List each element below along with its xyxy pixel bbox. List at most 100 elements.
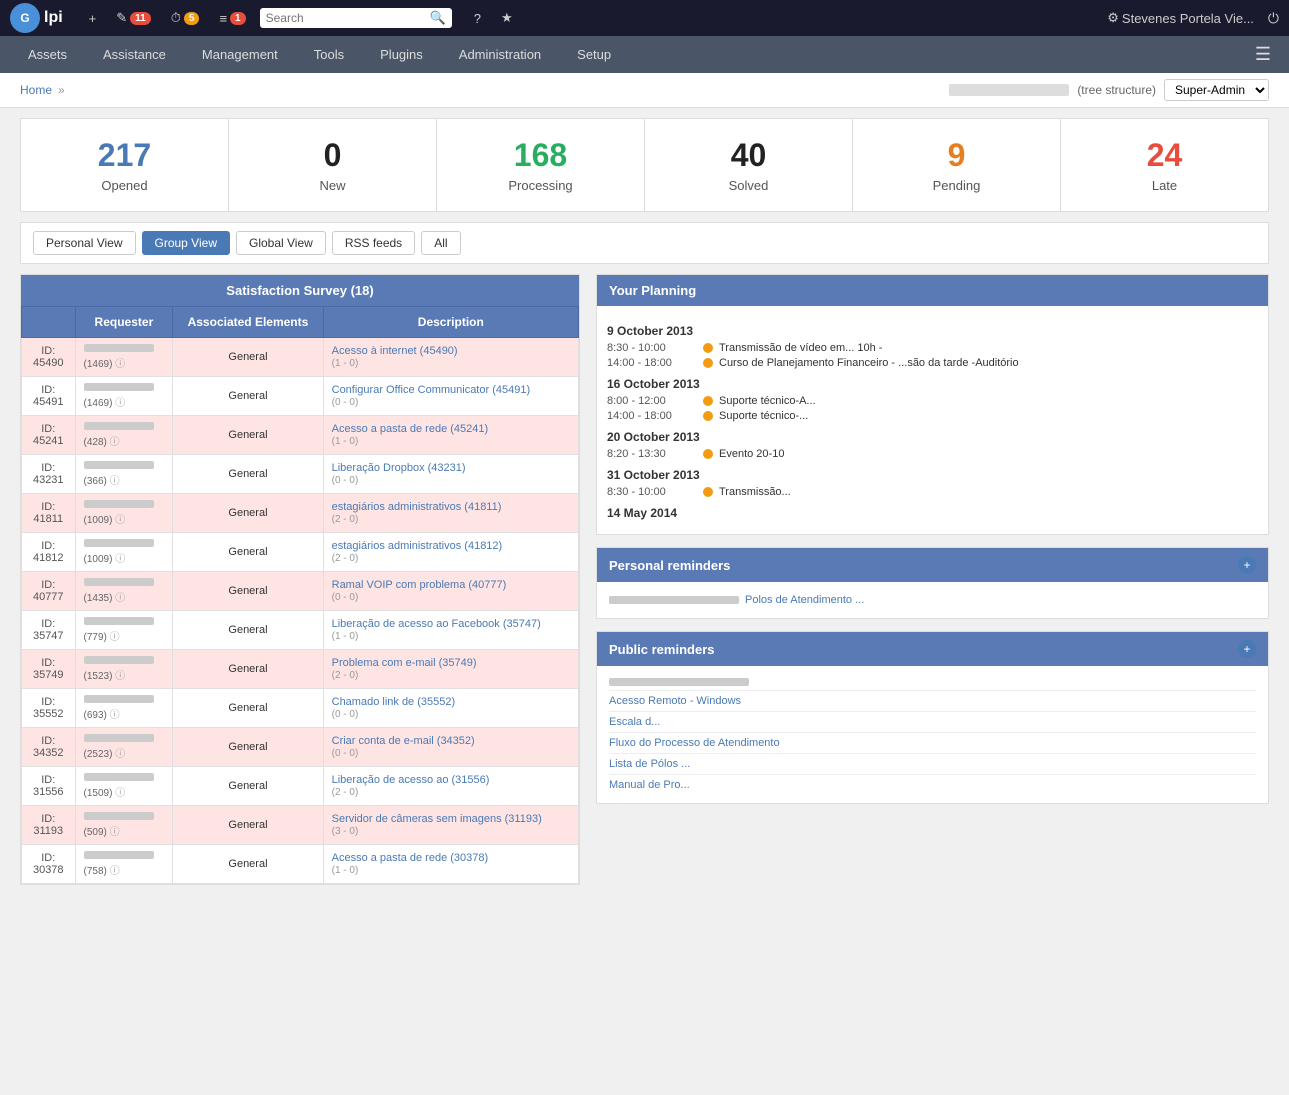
table-cell-associated: General [173, 728, 323, 767]
personal-reminder-item[interactable]: Polos de Atendimento ... [609, 590, 1256, 610]
edit-badge: 11 [130, 12, 151, 25]
table-cell-description[interactable]: Liberação de acesso ao Facebook (35747)(… [323, 611, 578, 650]
table-cell-id: ID: 34352 [22, 728, 76, 767]
table-cell-description[interactable]: Acesso à internet (45490)(1 - 0) [323, 338, 578, 377]
plus-icon: + [89, 11, 97, 26]
superadmin-select[interactable]: Super-Admin [1164, 79, 1269, 101]
col-id [22, 307, 76, 338]
table-cell-description[interactable]: Servidor de câmeras sem imagens (31193)(… [323, 806, 578, 845]
table-cell-description[interactable]: estagiários administrativos (41812)(2 - … [323, 533, 578, 572]
tab-personal-view[interactable]: Personal View [33, 231, 136, 255]
public-reminder-item[interactable]: Acesso Remoto - Windows [609, 691, 1256, 712]
stat-new-label: New [239, 178, 426, 193]
table-cell-description[interactable]: Criar conta de e-mail (34352)(0 - 0) [323, 728, 578, 767]
event-title[interactable]: Suporte técnico-A... [719, 395, 1258, 407]
description-link[interactable]: estagiários administrativos (41812) [332, 540, 503, 552]
stat-late[interactable]: 24 Late [1061, 119, 1268, 211]
nav-management[interactable]: Management [184, 37, 296, 72]
table-cell-requester: (779) ⓘ [75, 611, 173, 650]
description-link[interactable]: Liberação de acesso ao (31556) [332, 774, 490, 786]
description-link[interactable]: Servidor de câmeras sem imagens (31193) [332, 813, 542, 825]
public-reminder-item[interactable]: Fluxo do Processo de Atendimento [609, 733, 1256, 754]
table-cell-id: ID: 41811 [22, 494, 76, 533]
personal-reminders-add-button[interactable]: + [1238, 556, 1256, 574]
table-cell-description[interactable]: Ramal VOIP com problema (40777)(0 - 0) [323, 572, 578, 611]
description-link[interactable]: Acesso a pasta de rede (45241) [332, 423, 489, 435]
list-button[interactable]: ≡ 1 [213, 9, 251, 28]
nav-assistance[interactable]: Assistance [85, 37, 184, 72]
public-reminder-item[interactable]: Escala d... [609, 712, 1256, 733]
nav-assets[interactable]: Assets [10, 37, 85, 72]
public-reminder-item[interactable]: Lista de Pólos ... [609, 754, 1256, 775]
event-title[interactable]: Transmissão... [719, 486, 1258, 498]
list-icon: ≡ [219, 11, 227, 26]
description-link[interactable]: Configurar Office Communicator (45491) [332, 384, 531, 396]
stat-solved-label: Solved [655, 178, 842, 193]
table-cell-description[interactable]: Acesso a pasta de rede (30378)(1 - 0) [323, 845, 578, 884]
table-cell-description[interactable]: estagiários administrativos (41811)(2 - … [323, 494, 578, 533]
help-button[interactable]: ? [468, 9, 487, 28]
description-link[interactable]: Acesso à internet (45490) [332, 345, 458, 357]
stat-pending[interactable]: 9 Pending [853, 119, 1061, 211]
description-link[interactable]: Ramal VOIP com problema (40777) [332, 579, 507, 591]
tab-group-view[interactable]: Group View [142, 231, 230, 255]
nav-setup[interactable]: Setup [559, 37, 629, 72]
table-cell-description[interactable]: Liberação de acesso ao (31556)(2 - 0) [323, 767, 578, 806]
logo-area[interactable]: G lpi [10, 3, 63, 33]
event-time: 14:00 - 18:00 [607, 410, 697, 422]
description-link[interactable]: Acesso a pasta de rede (30378) [332, 852, 489, 864]
nav-plugins[interactable]: Plugins [362, 37, 441, 72]
gear-icon: ⚙ [1107, 10, 1119, 26]
stat-new[interactable]: 0 New [229, 119, 437, 211]
edit-button[interactable]: ✎ 11 [110, 8, 156, 28]
clock-button[interactable]: ⏱ 5 [165, 8, 206, 28]
clock-badge: 5 [184, 12, 200, 25]
tab-global-view[interactable]: Global View [236, 231, 326, 255]
table-row: ID: 41811 (1009) ⓘGeneralestagiários adm… [22, 494, 579, 533]
event-title[interactable]: Suporte técnico-... [719, 410, 1258, 422]
description-link[interactable]: Chamado link de (35552) [332, 696, 456, 708]
breadcrumb-home[interactable]: Home [20, 83, 52, 97]
tree-progress-bar [949, 84, 1069, 96]
table-cell-description[interactable]: Problema com e-mail (35749)(2 - 0) [323, 650, 578, 689]
description-link[interactable]: Problema com e-mail (35749) [332, 657, 477, 669]
search-input[interactable] [266, 11, 426, 25]
settings-button[interactable]: ⚙ Stevenes Portela Vie... [1101, 8, 1260, 28]
event-dot-icon [703, 487, 713, 497]
table-cell-description[interactable]: Acesso a pasta de rede (45241)(1 - 0) [323, 416, 578, 455]
tab-all[interactable]: All [421, 231, 460, 255]
event-title[interactable]: Transmissão de vídeo em... 10h - [719, 342, 1258, 354]
star-icon: ★ [501, 10, 513, 26]
stat-opened[interactable]: 217 Opened [21, 119, 229, 211]
public-reminder-item[interactable]: Manual de Pro... [609, 775, 1256, 795]
table-cell-description[interactable]: Liberação Dropbox (43231)(0 - 0) [323, 455, 578, 494]
favorites-button[interactable]: ★ [495, 8, 519, 28]
stat-pending-num: 9 [863, 137, 1050, 174]
planning-date-heading: 14 May 2014 [607, 506, 1258, 520]
top-bar: G lpi + ✎ 11 ⏱ 5 ≡ 1 🔍 ? ★ ⚙ [0, 0, 1289, 36]
power-button[interactable]: ⏻ [1268, 10, 1279, 27]
add-button[interactable]: + [83, 9, 103, 28]
hamburger-menu-icon[interactable]: ☰ [1247, 36, 1279, 73]
description-link[interactable]: Criar conta de e-mail (34352) [332, 735, 475, 747]
stat-solved[interactable]: 40 Solved [645, 119, 853, 211]
description-link[interactable]: Liberação Dropbox (43231) [332, 462, 466, 474]
description-link[interactable]: Liberação de acesso ao Facebook (35747) [332, 618, 541, 630]
table-cell-id: ID: 31193 [22, 806, 76, 845]
event-title[interactable]: Curso de Planejamento Financeiro - ...sã… [719, 357, 1258, 369]
nav-administration[interactable]: Administration [441, 37, 559, 72]
public-reminders-add-button[interactable]: + [1238, 640, 1256, 658]
stat-processing[interactable]: 168 Processing [437, 119, 645, 211]
satisfaction-data-table: Requester Associated Elements Descriptio… [21, 306, 579, 884]
planning-date-heading: 9 October 2013 [607, 324, 1258, 338]
event-title[interactable]: Evento 20-10 [719, 448, 1258, 460]
nav-tools[interactable]: Tools [296, 37, 362, 72]
description-link[interactable]: estagiários administrativos (41811) [332, 501, 502, 513]
event-dot-icon [703, 449, 713, 459]
public-reminder-item[interactable] [609, 674, 1256, 691]
table-cell-description[interactable]: Configurar Office Communicator (45491)(0… [323, 377, 578, 416]
table-cell-id: ID: 43231 [22, 455, 76, 494]
search-area[interactable]: 🔍 [260, 8, 452, 28]
table-cell-description[interactable]: Chamado link de (35552)(0 - 0) [323, 689, 578, 728]
tab-rss-feeds[interactable]: RSS feeds [332, 231, 415, 255]
